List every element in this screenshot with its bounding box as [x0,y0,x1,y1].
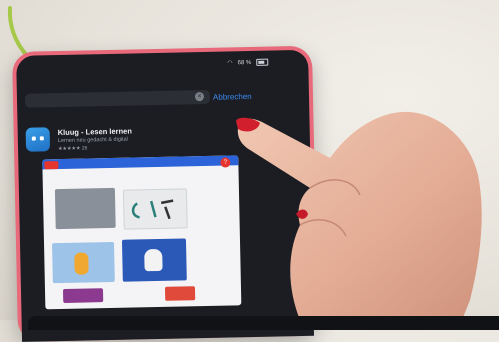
photo-scene: ◠ 68 % × Abbrechen Kluug - Lesen lernen … [0,0,499,342]
pointing-hand [236,111,482,320]
bottom-bar [28,316,499,330]
